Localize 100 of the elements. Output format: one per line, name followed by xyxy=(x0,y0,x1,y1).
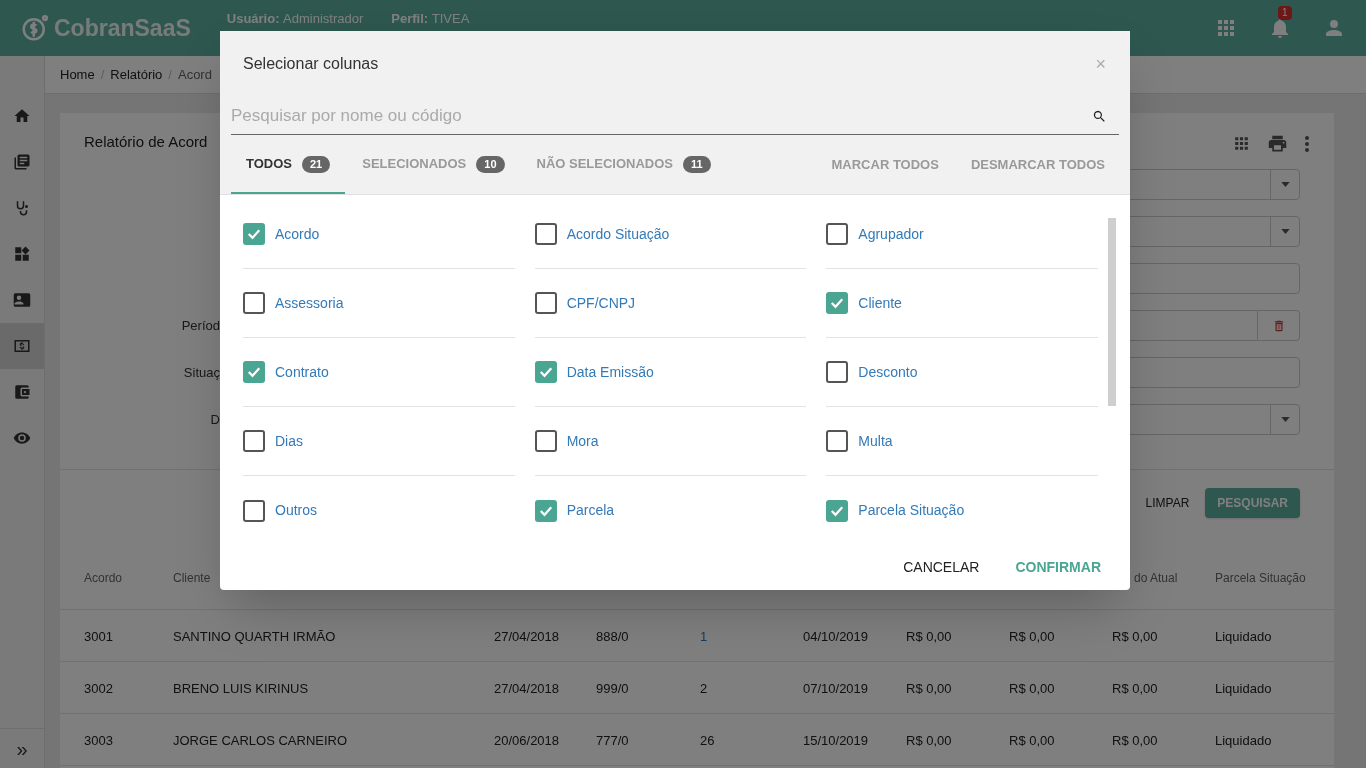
dropdown-caret-icon xyxy=(1280,417,1290,422)
eye-icon xyxy=(13,429,31,447)
table-cell: JORGE CARLOS CARNEIRO xyxy=(173,732,348,748)
column-header[interactable]: Cliente xyxy=(173,571,211,585)
table-cell: 3003 xyxy=(84,732,113,748)
expand-sidebar-button[interactable]: » xyxy=(16,733,28,764)
table-cell: R$ 0,00 xyxy=(1112,680,1158,696)
tab-count-badge: 21 xyxy=(302,155,331,173)
checkbox[interactable] xyxy=(534,223,557,245)
clear-button[interactable]: LIMPAR xyxy=(1139,488,1196,518)
column-option[interactable]: Outros xyxy=(243,476,515,545)
grid-icon xyxy=(1232,134,1251,153)
checkbox[interactable] xyxy=(534,430,557,452)
breadcrumb-separator: / xyxy=(168,65,172,84)
table-cell: R$ 0,00 xyxy=(906,732,952,748)
print-button[interactable] xyxy=(1267,133,1288,154)
print-icon xyxy=(1267,133,1288,154)
column-option[interactable]: Agrupador xyxy=(826,200,1098,269)
table-cell: SANTINO QUARTH IRMÃO xyxy=(173,628,336,644)
column-header[interactable]: Acordo xyxy=(84,571,123,585)
notification-count: 1 xyxy=(1278,6,1292,20)
checkbox[interactable] xyxy=(243,430,265,452)
field-label: Situaç xyxy=(183,363,220,382)
table-cell: 26 xyxy=(700,732,715,748)
table-cell: 2 xyxy=(700,680,708,696)
contact-icon xyxy=(13,291,31,309)
breadcrumb-link[interactable]: Relatório xyxy=(110,64,163,85)
tab-count-badge: 10 xyxy=(476,155,505,173)
dropdown-caret-icon xyxy=(1280,182,1290,187)
column-option[interactable]: Acordo xyxy=(243,200,515,269)
table-cell: R$ 0,00 xyxy=(906,680,952,696)
tab[interactable]: SELECIONADOS 10 xyxy=(347,136,520,194)
confirm-button[interactable]: CONFIRMAR xyxy=(1007,549,1109,586)
tab[interactable]: TODOS 21 xyxy=(231,136,346,194)
breadcrumb-link[interactable]: Home xyxy=(60,64,95,85)
clear-date-button[interactable] xyxy=(1258,310,1300,341)
table-link[interactable]: 1 xyxy=(700,628,708,644)
checkbox[interactable] xyxy=(243,223,265,245)
table-cell: 3002 xyxy=(84,680,113,696)
column-option[interactable]: Mora xyxy=(534,407,807,476)
tab[interactable]: NÃO SELECIONADOS 11 xyxy=(521,136,726,194)
app-logo-text: CobranSaaS xyxy=(54,13,191,43)
dropdown-caret-icon xyxy=(1280,229,1290,234)
cancel-button[interactable]: CANCELAR xyxy=(895,549,988,586)
column-header[interactable]: Parcela Situação xyxy=(1215,571,1306,585)
checkbox[interactable] xyxy=(826,292,849,314)
column-header[interactable]: do Atual xyxy=(1134,571,1178,585)
breadcrumb-link[interactable]: Acord xyxy=(177,64,212,85)
column-option[interactable]: Contrato xyxy=(243,338,515,407)
report-title: Relatório de Acord xyxy=(84,132,208,152)
checkbox[interactable] xyxy=(534,292,557,314)
checkbox[interactable] xyxy=(243,292,265,314)
profile-info: Perfil: TIVEA xyxy=(391,10,470,28)
table-cell: R$ 0,00 xyxy=(1009,628,1055,644)
column-option[interactable]: Multa xyxy=(826,407,1098,476)
field-label: Períod xyxy=(181,316,220,335)
table-cell: R$ 0,00 xyxy=(1009,680,1055,696)
table-cell: Liquidado xyxy=(1215,628,1272,644)
column-option[interactable]: CPF/CNPJ xyxy=(534,269,807,338)
scrollbar[interactable] xyxy=(1108,218,1116,406)
bulk-action-button[interactable]: MARCAR TODOS xyxy=(823,147,947,183)
book-icon xyxy=(13,153,31,171)
table-cell: R$ 0,00 xyxy=(1112,628,1158,644)
search-field[interactable]: Pesquisar por nome ou código xyxy=(231,97,1119,135)
checkbox[interactable] xyxy=(243,361,265,383)
checkbox[interactable] xyxy=(826,223,849,245)
column-option[interactable]: Cliente xyxy=(826,269,1098,338)
table-cell: 07/10/2019 xyxy=(803,680,869,696)
table-cell: R$ 0,00 xyxy=(906,628,952,644)
search-icon xyxy=(1092,109,1107,124)
column-option[interactable]: Parcela xyxy=(534,476,807,545)
checkbox[interactable] xyxy=(826,499,849,522)
checkbox[interactable] xyxy=(826,361,849,383)
table-cell: 04/10/2019 xyxy=(803,628,869,644)
breadcrumb-separator: / xyxy=(100,65,105,84)
table-cell: 15/10/2019 xyxy=(803,732,869,748)
more-vertical-icon xyxy=(1304,134,1310,153)
column-option[interactable]: Dias xyxy=(243,407,515,476)
home-icon xyxy=(13,107,31,125)
column-option[interactable]: Acordo Situação xyxy=(534,200,807,269)
more-button[interactable] xyxy=(1304,133,1310,154)
column-option[interactable]: Assessoria xyxy=(243,269,515,338)
dialog-title: Selecionar colunas xyxy=(243,54,379,74)
widgets-icon xyxy=(13,245,31,263)
table-cell: BRENO LUIS KIRINUS xyxy=(173,680,309,696)
checkbox[interactable] xyxy=(243,499,265,522)
sidebar-item[interactable] xyxy=(0,323,44,369)
checkbox[interactable] xyxy=(534,499,557,522)
table-cell: 888/0 xyxy=(596,628,629,644)
checkbox[interactable] xyxy=(534,361,557,383)
table-cell: 3001 xyxy=(84,628,113,644)
column-option[interactable]: Desconto xyxy=(826,338,1098,407)
table-cell: 999/0 xyxy=(596,680,629,696)
table-cell: 27/04/2018 xyxy=(494,628,560,644)
column-option[interactable]: Data Emissão xyxy=(534,338,807,407)
table-cell: R$ 0,00 xyxy=(1112,732,1158,748)
checkbox[interactable] xyxy=(826,430,849,452)
bulk-action-button[interactable]: DESMARCAR TODOS xyxy=(962,147,1113,183)
column-option[interactable]: Parcela Situação xyxy=(826,476,1098,545)
table-cell: 20/06/2018 xyxy=(494,732,560,748)
